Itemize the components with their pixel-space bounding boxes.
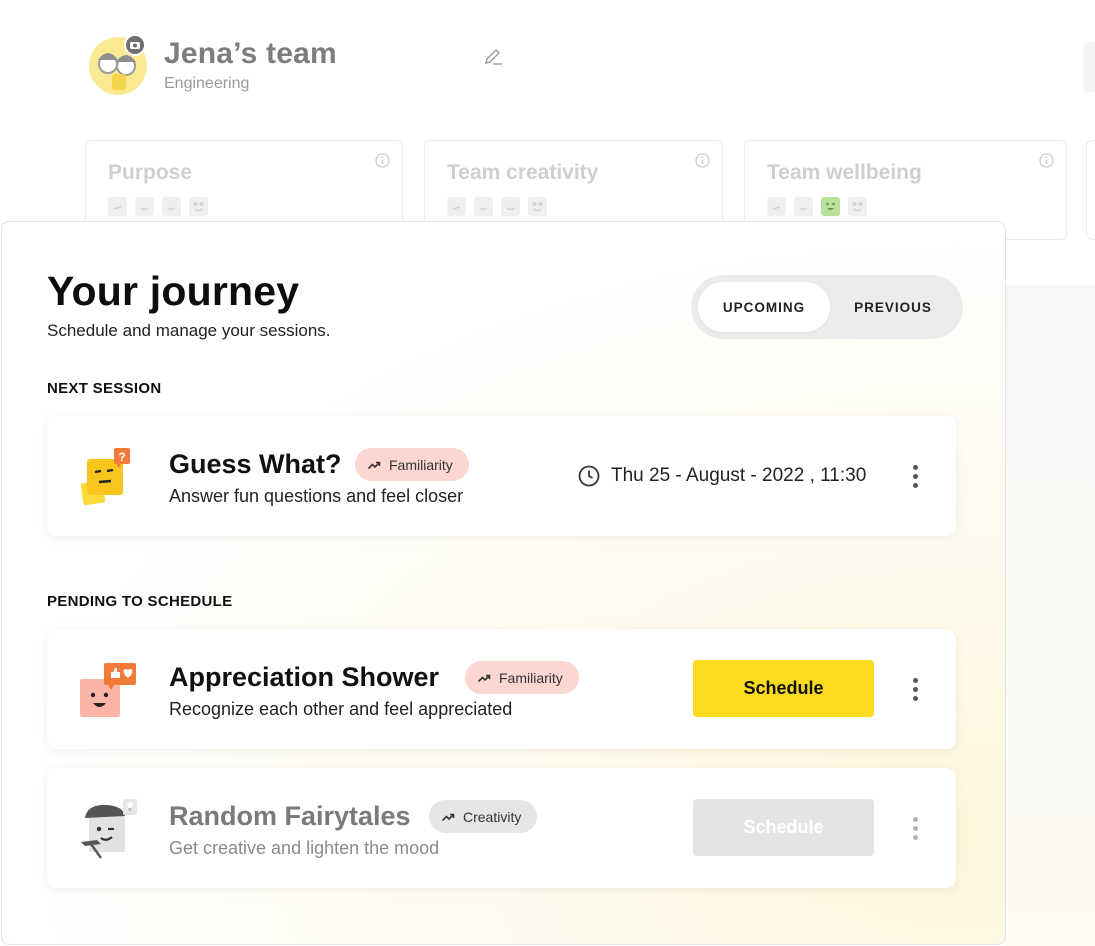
- mood-faces: [767, 197, 867, 216]
- face-neutral-icon[interactable]: [474, 197, 493, 216]
- trending-up-icon: [441, 813, 455, 821]
- pending-section-label: PENDING TO SCHEDULE: [47, 593, 233, 610]
- metric-title: Team wellbeing: [767, 161, 922, 184]
- info-icon[interactable]: [1039, 153, 1054, 168]
- appreciation-shower-activity-icon: [80, 663, 136, 717]
- guess-what-activity-icon: ?: [80, 448, 130, 506]
- session-category-tag: Familiarity: [355, 448, 469, 481]
- face-neutral-icon[interactable]: [794, 197, 813, 216]
- team-name: Jena’s team: [164, 37, 337, 70]
- metric-card-overflow: [1086, 140, 1095, 240]
- info-icon[interactable]: [695, 153, 710, 168]
- session-title: Guess What?: [169, 449, 342, 479]
- trending-up-icon: [367, 461, 381, 469]
- session-category-label: Familiarity: [499, 669, 563, 686]
- journey-panel: Your journey Schedule and manage your se…: [1, 221, 1006, 945]
- face-sad-icon[interactable]: [447, 197, 466, 216]
- pencil-icon[interactable]: [482, 46, 504, 68]
- session-datetime-text: Thu 25 - August - 2022 , 11:30: [611, 465, 867, 486]
- face-sad-icon[interactable]: [767, 197, 786, 216]
- session-category-label: Familiarity: [389, 456, 453, 473]
- schedule-button-disabled[interactable]: Schedule: [693, 799, 874, 856]
- session-category-tag: Creativity: [429, 800, 538, 833]
- team-department: Engineering: [164, 75, 250, 92]
- team-avatar[interactable]: [88, 34, 150, 96]
- journey-subtitle: Schedule and manage your sessions.: [47, 321, 331, 340]
- info-icon[interactable]: [375, 153, 390, 168]
- schedule-button[interactable]: Schedule: [693, 660, 874, 717]
- clock-icon: [578, 465, 600, 487]
- pending-session-card[interactable]: Appreciation Shower Familiarity Recogniz…: [47, 629, 956, 749]
- svg-text:?: ?: [118, 450, 125, 464]
- kebab-menu-icon[interactable]: [906, 815, 924, 843]
- sessions-tab-toggle: UPCOMING PREVIOUS: [691, 275, 963, 339]
- session-description: Get creative and lighten the mood: [169, 838, 440, 858]
- random-fairytales-activity-icon: [81, 799, 137, 859]
- session-title: Appreciation Shower: [169, 662, 440, 692]
- face-love-icon[interactable]: [528, 197, 547, 216]
- background-shade: [1005, 285, 1095, 946]
- tab-previous[interactable]: PREVIOUS: [830, 282, 956, 332]
- kebab-menu-icon[interactable]: [906, 676, 924, 704]
- mood-faces: [108, 197, 208, 216]
- session-datetime: Thu 25 - August - 2022 , 11:30: [577, 464, 866, 488]
- face-love-icon[interactable]: [848, 197, 867, 216]
- session-description: Answer fun questions and feel closer: [169, 486, 464, 506]
- kebab-menu-icon[interactable]: [906, 463, 924, 491]
- tab-upcoming[interactable]: UPCOMING: [698, 282, 830, 332]
- face-happy-icon[interactable]: [501, 197, 520, 216]
- face-happy-icon[interactable]: [821, 197, 840, 216]
- session-description: Recognize each other and feel appreciate…: [169, 699, 513, 719]
- team-header: Jena’s team Engineering: [88, 34, 337, 96]
- pending-session-card[interactable]: Random Fairytales Creativity Get creativ…: [47, 768, 956, 888]
- metric-title: Team creativity: [447, 161, 599, 184]
- face-neutral-icon[interactable]: [135, 197, 154, 216]
- next-session-label: NEXT SESSION: [47, 380, 162, 397]
- face-happy-icon[interactable]: [162, 197, 181, 216]
- camera-icon[interactable]: [124, 34, 146, 56]
- mood-faces: [447, 197, 547, 216]
- trending-up-icon: [477, 674, 491, 682]
- session-title: Random Fairytales: [169, 801, 411, 831]
- session-category-label: Creativity: [463, 808, 522, 825]
- next-session-card[interactable]: ? Guess What? Familiarity Answer fun que…: [47, 416, 956, 536]
- header-action-stub: [1083, 42, 1095, 92]
- face-love-icon[interactable]: [189, 197, 208, 216]
- metric-title: Purpose: [108, 161, 193, 184]
- session-category-tag: Familiarity: [465, 661, 579, 694]
- journey-title: Your journey: [47, 268, 300, 314]
- face-sad-icon[interactable]: [108, 197, 127, 216]
